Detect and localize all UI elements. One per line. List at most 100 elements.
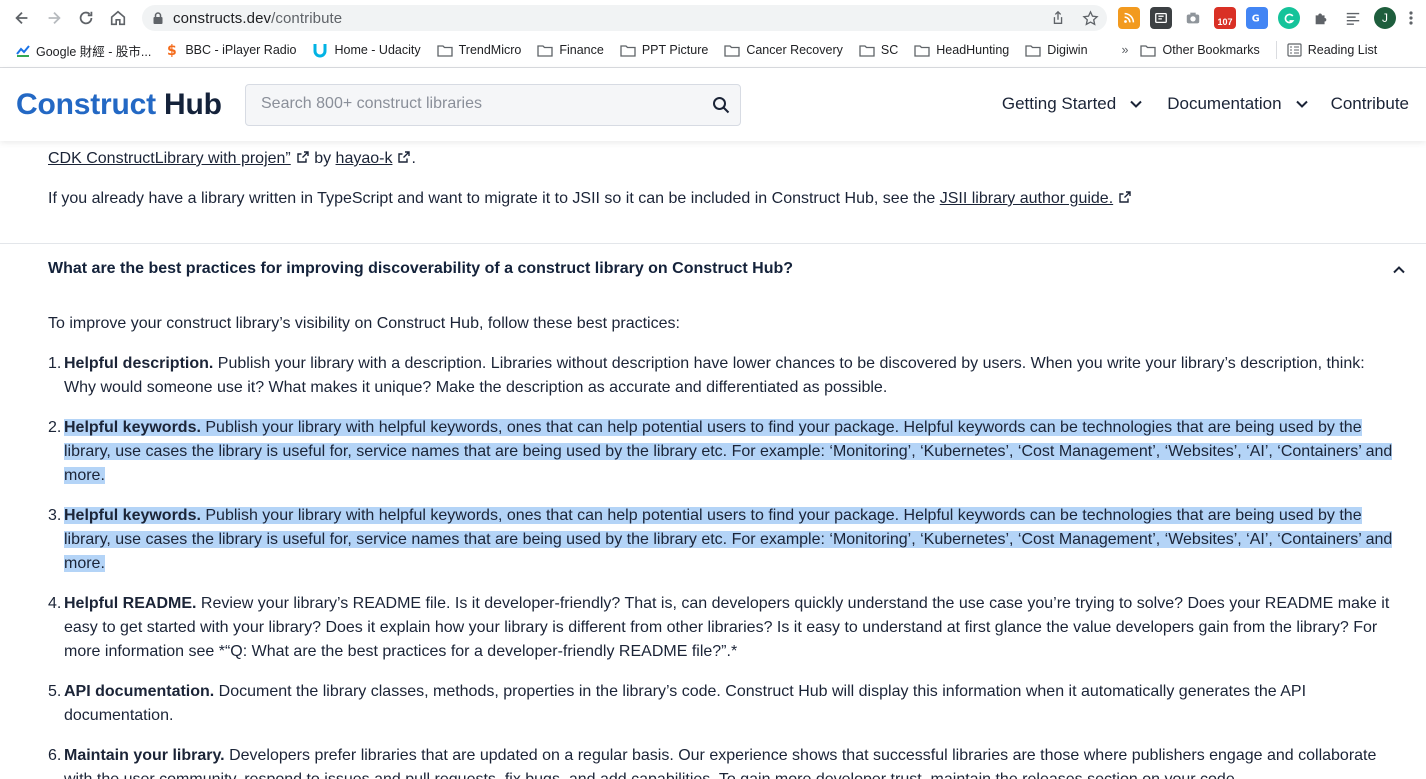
udacity-icon: [313, 44, 327, 58]
reading-list-toolbar-icon[interactable]: [1342, 7, 1364, 29]
bookmark-google-finance[interactable]: Google 財經 - 股市...: [16, 41, 151, 60]
back-button[interactable]: [11, 7, 33, 29]
url-text: constructs.dev/contribute: [173, 10, 342, 27]
faq-intro: To improve your construct library’s visi…: [48, 315, 680, 332]
bookmark-headhunting[interactable]: HeadHunting: [914, 43, 1009, 57]
reading-list[interactable]: Reading List: [1287, 43, 1378, 57]
bookmark-bbc-radio[interactable]: $ BBC - iPlayer Radio: [167, 42, 296, 58]
browser-toolbar: constructs.dev/contribute 107 G J: [0, 0, 1426, 36]
migrate-text: If you already have a library written in…: [48, 190, 940, 207]
list-item: Helpful description. Publish your librar…: [48, 352, 1394, 400]
bookmark-label: Home - Udacity: [334, 43, 421, 57]
folder-icon: [859, 44, 875, 57]
jsii-guide-link[interactable]: JSII library author guide.: [940, 190, 1132, 207]
by-text: by: [309, 150, 336, 167]
extensions-puzzle-icon[interactable]: [1310, 7, 1332, 29]
practice-title: API documentation.: [64, 683, 215, 700]
folder-icon: [620, 44, 636, 57]
address-bar[interactable]: constructs.dev/contribute: [142, 5, 1107, 31]
practice-body: Developers prefer libraries that are upd…: [64, 747, 1377, 779]
reading-list-label: Reading List: [1307, 43, 1378, 57]
calendar-extension-icon[interactable]: 107: [1214, 7, 1236, 29]
home-icon: [110, 10, 126, 26]
menu-kebab-icon[interactable]: [1406, 7, 1416, 29]
nav-documentation[interactable]: Documentation: [1167, 94, 1308, 114]
site-header: Construct Hub Getting Started Documentat…: [0, 68, 1426, 141]
search-box: [245, 84, 741, 126]
svg-text:$: $: [167, 43, 177, 58]
nav-contribute[interactable]: Contribute: [1331, 94, 1409, 114]
url-host: constructs.dev: [173, 9, 272, 27]
home-button[interactable]: [107, 7, 129, 29]
practice-body: Review your library’s README file. Is it…: [64, 595, 1390, 660]
external-link-icon: [1119, 191, 1131, 203]
list-item: API documentation. Document the library …: [48, 680, 1394, 728]
bookmarks-overflow-button[interactable]: »: [1122, 43, 1129, 57]
camera-extension-icon[interactable]: [1182, 7, 1204, 29]
bookmark-udacity[interactable]: Home - Udacity: [312, 42, 421, 58]
svg-text:G: G: [1252, 14, 1260, 25]
other-bookmarks[interactable]: Other Bookmarks: [1140, 43, 1260, 57]
bookmark-label: Cancer Recovery: [746, 43, 843, 57]
page-content: CDK ConstructLibrary with projen” by hay…: [0, 141, 1426, 779]
reload-button[interactable]: [75, 7, 97, 29]
avatar-letter: J: [1382, 11, 1388, 25]
search-icon[interactable]: [712, 96, 730, 114]
practice-title: Helpful description.: [64, 355, 214, 372]
author-link-text: hayao-k: [335, 150, 393, 167]
list-item: Maintain your library. Developers prefer…: [48, 744, 1394, 779]
bookmark-cancer-recovery[interactable]: Cancer Recovery: [724, 43, 843, 57]
rss-extension-icon[interactable]: [1118, 7, 1140, 29]
practice-body: Publish your library with a description.…: [64, 355, 1365, 396]
practice-title: Helpful README.: [64, 595, 197, 612]
bookmark-finance[interactable]: Finance: [537, 43, 604, 57]
forward-button[interactable]: [43, 7, 65, 29]
bookmark-ppt-picture[interactable]: PPT Picture: [620, 43, 708, 57]
bookmark-label: Finance: [559, 43, 604, 57]
practice-title: Helpful keywords.: [64, 507, 201, 524]
bookmark-digiwin[interactable]: Digiwin: [1025, 43, 1088, 57]
author-link[interactable]: hayao-k: [336, 150, 412, 167]
folder-icon: [1140, 44, 1157, 57]
top-nav: Getting Started Documentation Contribute: [1002, 94, 1409, 114]
folder-icon: [914, 44, 930, 57]
profile-avatar[interactable]: J: [1374, 7, 1396, 29]
mail-extension-icon[interactable]: [1150, 7, 1172, 29]
list-item: Helpful keywords. Publish your library w…: [48, 504, 1394, 576]
bookmark-label: TrendMicro: [458, 43, 522, 57]
faq-question-discoverability[interactable]: What are the best practices for improvin…: [48, 257, 793, 281]
practice-body: Document the library classes, methods, p…: [64, 683, 1307, 724]
folder-icon: [436, 44, 453, 57]
grammarly-extension-icon[interactable]: [1278, 7, 1300, 29]
reload-icon: [79, 11, 93, 25]
practice-body: Publish your library with helpful keywor…: [64, 419, 1393, 484]
bookmark-star-icon[interactable]: [1081, 9, 1099, 27]
back-arrow-icon: [15, 11, 28, 25]
projen-article-link[interactable]: CDK ConstructLibrary with projen”: [48, 150, 310, 167]
nav-getting-started[interactable]: Getting Started: [1002, 94, 1143, 114]
bookmark-trendmicro[interactable]: TrendMicro: [436, 43, 522, 57]
selected-text: Helpful keywords. Publish your library w…: [64, 419, 1393, 484]
chevron-up-icon[interactable]: [1392, 263, 1406, 277]
bookmark-label: Google 財經 - 股市...: [36, 44, 152, 59]
best-practices-list: Helpful description. Publish your librar…: [48, 352, 1394, 779]
lock-icon: [153, 12, 163, 24]
chevron-down-icon: [1130, 100, 1142, 108]
logo-hub: Hub: [164, 88, 222, 121]
calendar-badge: 107: [1217, 17, 1233, 27]
bookmarks-divider: [1275, 41, 1277, 59]
faq-divider: [0, 243, 1426, 244]
search-input[interactable]: [261, 95, 691, 113]
list-item: Helpful README. Review your library’s RE…: [48, 592, 1394, 664]
bookmark-label: PPT Picture: [641, 43, 709, 57]
bookmark-sc[interactable]: SC: [859, 43, 898, 57]
nav-label: Contribute: [1330, 94, 1409, 113]
construct-hub-logo[interactable]: Construct Hub: [16, 88, 222, 122]
external-link-icon: [297, 151, 309, 163]
practice-title: Helpful keywords.: [64, 419, 201, 436]
share-icon[interactable]: [1049, 9, 1067, 27]
other-bookmarks-label: Other Bookmarks: [1162, 43, 1260, 57]
translate-extension-icon[interactable]: G: [1246, 7, 1268, 29]
google-finance-icon: [16, 45, 30, 57]
chevron-down-icon: [1295, 100, 1308, 108]
